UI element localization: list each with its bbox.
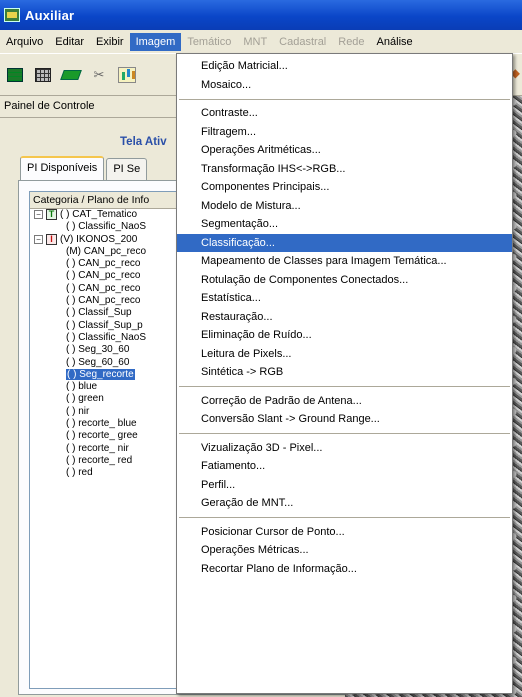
tree-row-label: ( ) recorte_ gree (66, 430, 138, 442)
tab-strip: PI Disponíveis PI Se (20, 156, 149, 180)
menu-item-contraste[interactable]: Contraste... (177, 104, 512, 123)
tree-row-label: (M) CAN_pc_reco (66, 245, 147, 257)
menu-separator (179, 98, 510, 100)
menu-rede[interactable]: Rede (332, 33, 370, 51)
tree-row-label: ( ) Classific_NaoS (66, 221, 147, 233)
tree-row-label: ( ) Seg_30_60 (66, 344, 130, 356)
tree-row-label: ( ) Classific_NaoS (66, 331, 147, 343)
tree-row-label: ( ) recorte_ blue (66, 418, 137, 430)
menu-item-operacoes-aritmeticas[interactable]: Operações Aritméticas... (177, 141, 512, 160)
menu-item-posicionar-cursor-de-ponto[interactable]: Posicionar Cursor de Ponto... (177, 523, 512, 542)
menu-mnt[interactable]: MNT (237, 33, 273, 51)
menu-item-correcao-de-padrao-de-antena[interactable]: Correção de Padrão de Antena... (177, 392, 512, 411)
menu-analise[interactable]: Análise (371, 33, 419, 51)
tab-pi-selecionados[interactable]: PI Se (106, 158, 148, 180)
title-bar: Auxiliar (0, 0, 522, 30)
tree-row-label: ( ) green (66, 393, 104, 405)
image-category-icon: I (46, 233, 57, 245)
tree-row-label: ( ) red (66, 467, 93, 479)
chart-icon[interactable] (116, 64, 138, 86)
tree-row-label: ( ) CAN_pc_reco (66, 282, 141, 294)
polygon-icon[interactable] (60, 64, 82, 86)
collapse-icon[interactable]: − (34, 234, 43, 244)
menu-item-recortar-plano-de-informacao[interactable]: Recortar Plano de Informação... (177, 560, 512, 579)
menu-exibir[interactable]: Exibir (90, 33, 130, 51)
menu-item-restauracao[interactable]: Restauração... (177, 308, 512, 327)
app-icon (4, 8, 20, 22)
menu-bar: Arquivo Editar Exibir Imagem Temático MNT Cada… (0, 30, 522, 53)
tree-row-label: ( ) CAT_Tematico (60, 209, 138, 221)
menu-item-perfil[interactable]: Perfil... (177, 476, 512, 495)
menu-item-classificacao[interactable]: Classificação... (177, 233, 512, 252)
menu-item-mosaico[interactable]: Mosaico... (177, 76, 512, 95)
menu-editar[interactable]: Editar (49, 33, 90, 51)
menu-item-segmentacao[interactable]: Segmentação... (177, 215, 512, 234)
tree-row-label: ( ) blue (66, 381, 98, 393)
imagem-menu: Edição Matricial... Mosaico... Contraste..… (176, 53, 513, 694)
menu-item-modelo-de-mistura[interactable]: Modelo de Mistura... (177, 197, 512, 216)
menu-item-eliminacao-de-ruido[interactable]: Eliminação de Ruído... (177, 326, 512, 345)
tree-row-label: ( ) Classif_Sup (66, 307, 132, 319)
tab-pi-disponiveis[interactable]: PI Disponíveis (20, 156, 105, 180)
tree-row-label: ( ) CAN_pc_reco (66, 295, 141, 307)
menu-separator (179, 517, 510, 518)
layers-icon[interactable] (4, 64, 26, 86)
menu-item-transformacao-ihs-rgb[interactable]: Transformação IHS<->RGB... (177, 160, 512, 179)
tree-row-label: ( ) CAN_pc_reco (66, 258, 141, 270)
scissors-icon[interactable]: ✂ (88, 64, 110, 86)
menu-item-geracao-de-mnt[interactable]: Geração de MNT... (177, 494, 512, 513)
menu-tematico[interactable]: Temático (181, 33, 237, 51)
menu-item-leitura-de-pixels[interactable]: Leitura de Pixels... (177, 345, 512, 364)
menu-item-conversao-slant-ground-range[interactable]: Conversão Slant -> Ground Range... (177, 410, 512, 429)
tree-row-label: ( ) nir (66, 405, 90, 417)
tree-row-label: ( ) recorte_ nir (66, 442, 129, 454)
collapse-icon[interactable]: − (34, 210, 43, 219)
tree-row-label: (V) IKONOS_200 (60, 233, 138, 245)
tree-row-label: ( ) CAN_pc_reco (66, 270, 141, 282)
menu-item-estatistica[interactable]: Estatística... (177, 289, 512, 308)
menu-item-rotulacao-de-componentes-conectados[interactable]: Rotulação de Componentes Conectados... (177, 271, 512, 290)
tree-row-label: ( ) recorte_ red (66, 454, 133, 466)
menu-arquivo[interactable]: Arquivo (0, 33, 49, 51)
tree-row-label: ( ) Seg_recorte (66, 368, 135, 380)
menu-item-fatiamento[interactable]: Fatiamento... (177, 457, 512, 476)
menu-item-filtragem[interactable]: Filtragem... (177, 123, 512, 142)
menu-item-mapeamento-de-classes-para-imagem-tematica[interactable]: Mapeamento de Classes para Imagem Temáti… (177, 252, 512, 271)
tree-row-label: ( ) Classif_Sup_p (66, 319, 143, 331)
menu-separator (179, 386, 510, 387)
menu-cadastral[interactable]: Cadastral (273, 33, 332, 51)
menu-item-sintetica-rgb[interactable]: Sintética -> RGB (177, 363, 512, 382)
thematic-category-icon: T (46, 209, 57, 220)
menu-item-vizualizacao-3d-pixel[interactable]: Vizualização 3D - Pixel... (177, 439, 512, 458)
menu-item-edicao-matricial[interactable]: Edição Matricial... (177, 57, 512, 76)
menu-item-operacoes-metricas[interactable]: Operações Métricas... (177, 541, 512, 560)
menu-item-componentes-principais[interactable]: Componentes Principais... (177, 178, 512, 197)
menu-separator (179, 433, 510, 434)
tree-row-label: ( ) Seg_60_60 (66, 356, 130, 368)
menu-imagem[interactable]: Imagem (129, 32, 182, 51)
grid-icon[interactable] (32, 64, 54, 86)
active-screen-label: Tela Ativ (120, 136, 167, 148)
window-title: Auxiliar (25, 7, 75, 23)
